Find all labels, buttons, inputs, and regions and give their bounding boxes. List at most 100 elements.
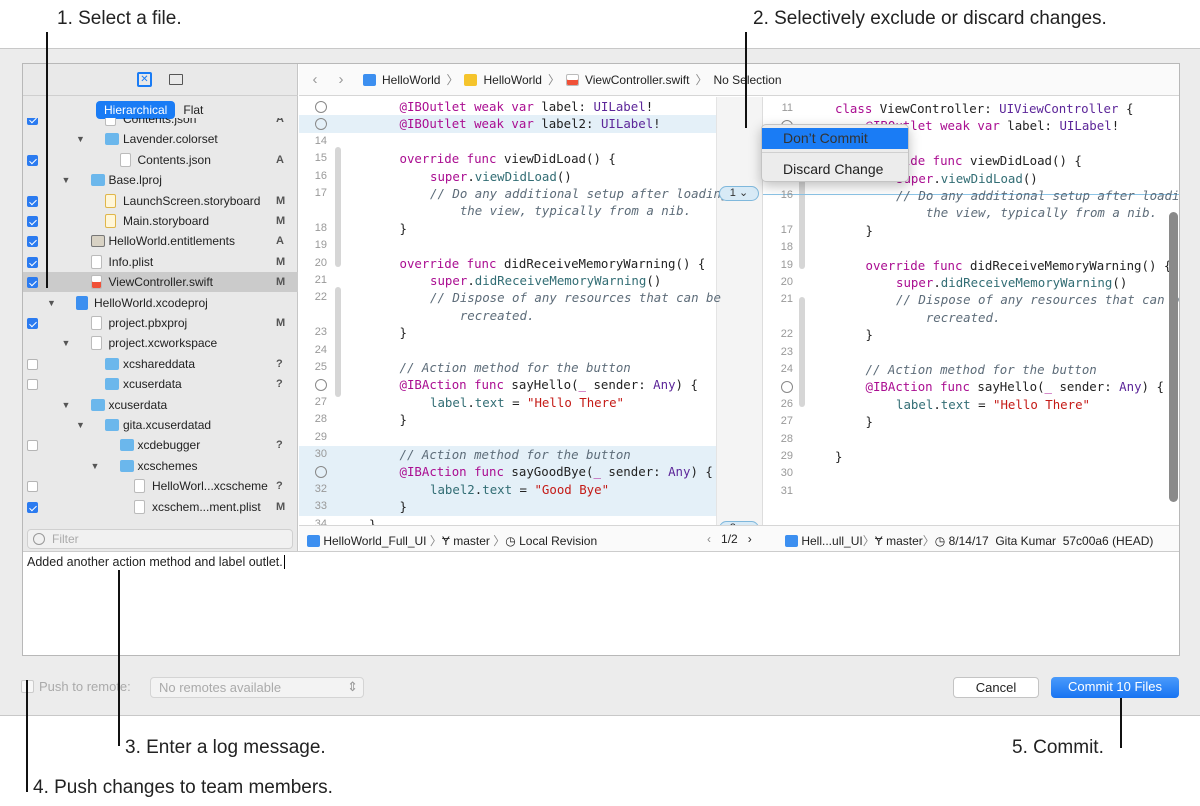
- scrollbar[interactable]: [1169, 212, 1178, 502]
- file-row[interactable]: xcdebugger?: [23, 435, 298, 455]
- changes-filter-icon[interactable]: ✕: [137, 72, 152, 87]
- folder-icon[interactable]: [169, 74, 183, 85]
- code-line: @IBAction func sayGoodBye(_ sender: Any)…: [299, 463, 716, 481]
- dont-commit-menu-item[interactable]: Don’t Commit: [762, 128, 908, 149]
- file-row[interactable]: Main.storyboard M: [23, 211, 298, 231]
- code-token: override func: [865, 257, 970, 273]
- disclosure-triangle-icon[interactable]: ▼: [47, 293, 56, 313]
- include-checkbox[interactable]: [27, 216, 38, 227]
- file-row[interactable]: ▼ gita.xcuserdatad: [23, 415, 298, 435]
- menu-separator: [762, 152, 908, 153]
- breakpoint-circle-icon[interactable]: [315, 466, 327, 479]
- commit-message-input[interactable]: Added another action method and label ou…: [23, 551, 1179, 655]
- include-checkbox[interactable]: [27, 277, 38, 289]
- include-checkbox[interactable]: [27, 358, 38, 370]
- disclosure-triangle-icon[interactable]: ▼: [76, 415, 85, 435]
- file-row[interactable]: xcschem...ment.plist M: [23, 497, 298, 517]
- next-icon[interactable]: ›: [748, 532, 752, 546]
- cancel-button[interactable]: Cancel: [953, 677, 1039, 698]
- include-checkbox[interactable]: [27, 318, 38, 329]
- branch-icon: Ɏ: [874, 534, 883, 548]
- right-repo[interactable]: Hell...ull_UI: [801, 534, 862, 548]
- file-name: gita.xcuserdatad: [123, 418, 212, 432]
- code-token: label:: [1007, 118, 1060, 134]
- file-row[interactable]: ▼ Lavender.colorset: [23, 129, 298, 149]
- include-checkbox[interactable]: [27, 501, 38, 513]
- code-token: recreated.: [896, 309, 1001, 325]
- code-token: sayHello(: [977, 379, 1045, 395]
- back-icon[interactable]: ‹: [305, 71, 325, 88]
- file-row[interactable]: ▼ xcuserdata: [23, 395, 298, 415]
- breakpoint-circle-icon[interactable]: [315, 101, 327, 113]
- include-checkbox[interactable]: [27, 118, 38, 125]
- disclosure-triangle-icon[interactable]: ▼: [62, 333, 71, 353]
- commit-hash[interactable]: 57c00a6 (HEAD): [1063, 534, 1154, 548]
- code-token: sender:: [593, 377, 654, 393]
- annotation-push: 4. Push changes to team members.: [33, 777, 333, 798]
- code-token: // Action method for the button: [399, 447, 631, 462]
- code-line: 16 super.viewDidLoad(): [299, 168, 763, 185]
- include-checkbox[interactable]: [27, 440, 38, 452]
- file-row[interactable]: project.pbxproj M: [23, 313, 298, 333]
- file-name: ViewController.swift: [108, 275, 213, 290]
- file-row[interactable]: Contents.json A: [23, 150, 298, 170]
- disclosure-triangle-icon[interactable]: ▼: [91, 456, 100, 476]
- file-row[interactable]: LaunchScreen.storyboard M: [23, 191, 298, 211]
- disclosure-triangle-icon[interactable]: ▼: [62, 170, 71, 190]
- file-row[interactable]: Info.plist M: [23, 252, 298, 272]
- crumb-group[interactable]: HelloWorld: [483, 73, 541, 87]
- code-line: the view, typically from a nib.: [763, 204, 1179, 221]
- commit-button[interactable]: Commit 10 Files: [1051, 677, 1179, 698]
- code-line: @IBAction func sayHello(_ sender: Any) {: [763, 378, 1179, 395]
- page-indicator: 1/2: [721, 532, 738, 546]
- breakpoint-circle-icon[interactable]: [315, 118, 327, 131]
- left-repo[interactable]: HelloWorld_Full_UI: [323, 534, 426, 548]
- breakpoint-circle-icon[interactable]: [315, 379, 327, 392]
- right-branch[interactable]: master: [886, 534, 923, 548]
- file-row[interactable]: ▼ Base.lproj: [23, 170, 298, 190]
- crumb-project[interactable]: HelloWorld: [382, 73, 440, 87]
- line-number: 19: [314, 239, 327, 252]
- crumb-file[interactable]: ViewController.swift: [585, 73, 689, 87]
- change-1-toggle[interactable]: 1 ⌄: [719, 186, 759, 201]
- disclosure-triangle-icon[interactable]: ▼: [62, 395, 71, 415]
- code-line: 18}: [299, 220, 763, 237]
- include-checkbox[interactable]: [27, 154, 38, 166]
- remote-select[interactable]: No remotes available ⇕: [150, 677, 364, 698]
- left-branch[interactable]: master: [453, 534, 490, 548]
- include-checkbox[interactable]: [27, 195, 38, 207]
- swift-file-icon: [565, 73, 579, 86]
- crumb-selection[interactable]: No Selection: [713, 73, 781, 87]
- file-row[interactable]: ▼ project.xcworkspace: [23, 333, 298, 353]
- file-name: xcdebugger: [137, 438, 201, 453]
- file-row[interactable]: ▼ HelloWorld.xcodeproj: [23, 293, 298, 313]
- file-row[interactable]: Contents.json A: [23, 118, 298, 129]
- file-name: HelloWorld.xcodeproj: [94, 295, 208, 310]
- file-row[interactable]: xcshareddata?: [23, 354, 298, 374]
- file-row[interactable]: xcuserdata?: [23, 374, 298, 394]
- code-line: 19: [299, 237, 763, 254]
- include-checkbox[interactable]: [27, 256, 38, 268]
- discard-change-menu-item[interactable]: Discard Change: [762, 159, 908, 180]
- file-row[interactable]: HelloWorld.entitlements A: [23, 231, 298, 251]
- include-checkbox[interactable]: [27, 236, 38, 248]
- code-line: @IBAction func sayHello(_ sender: Any) {: [299, 376, 763, 393]
- flat-tab[interactable]: Flat: [175, 101, 211, 119]
- left-revision[interactable]: Local Revision: [519, 534, 597, 548]
- forward-icon[interactable]: ›: [331, 71, 351, 88]
- include-checkbox[interactable]: [27, 379, 38, 391]
- code-token: .: [933, 170, 941, 186]
- include-checkbox[interactable]: [27, 481, 38, 493]
- hierarchical-tab[interactable]: Hierarchical: [96, 101, 176, 119]
- line-number: 14: [314, 134, 327, 147]
- file-row[interactable]: ViewController.swift M: [23, 272, 298, 293]
- code-line: 21 // Dispose of any resources that can b…: [763, 291, 1179, 308]
- prev-icon[interactable]: ‹: [707, 532, 711, 546]
- file-row[interactable]: ▼ xcschemes: [23, 456, 298, 476]
- code-token: ) {: [675, 377, 698, 393]
- filter-input[interactable]: Filter: [27, 529, 293, 549]
- breakpoint-circle-icon[interactable]: [781, 381, 793, 394]
- code-token: // Action method for the button: [399, 360, 631, 375]
- disclosure-triangle-icon[interactable]: ▼: [76, 129, 85, 149]
- file-row[interactable]: HelloWorl...xcscheme?: [23, 476, 298, 496]
